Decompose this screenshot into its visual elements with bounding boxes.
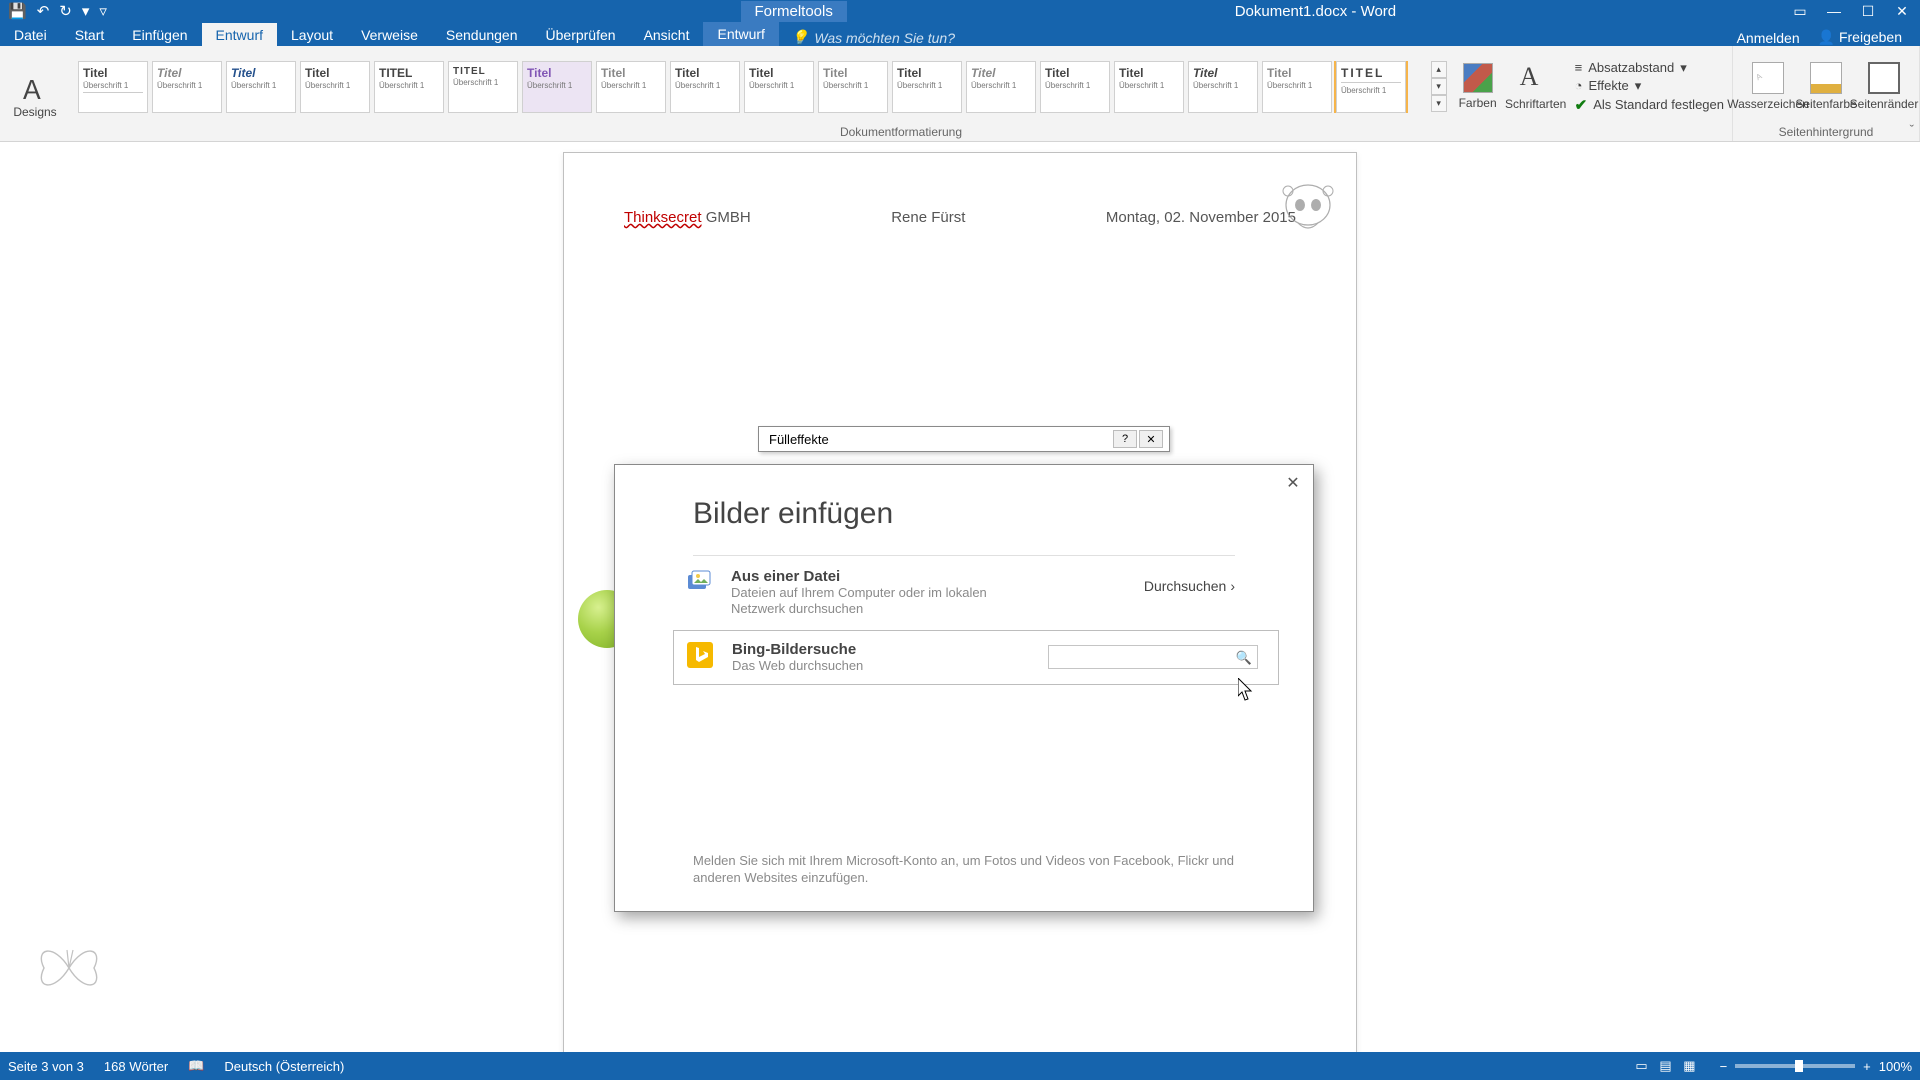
gallery-more-icon[interactable]: ▾ [1431,95,1447,112]
chevron-right-icon: › [1230,578,1235,594]
modal-footer-text: Melden Sie sich mit Ihrem Microsoft-Kont… [693,852,1235,887]
sign-in-link[interactable]: Anmelden [1737,30,1800,46]
dialog-help-icon[interactable]: ? [1113,430,1137,448]
header-author: Rene Fürst [891,209,965,226]
context-tab-label: Formeltools [741,1,847,22]
close-icon[interactable]: ✕ [1886,1,1918,21]
from-file-title: Aus einer Datei [731,568,1126,585]
ribbon-display-icon[interactable]: ▭ [1784,1,1816,21]
option-bing-search[interactable]: Bing-Bildersuche Das Web durchsuchen 🔍 [673,630,1279,685]
page-borders-button[interactable]: Seitenränder [1857,62,1911,111]
tab-ueberpruefen[interactable]: Überprüfen [532,23,630,46]
zoom-out-icon[interactable]: − [1720,1059,1728,1074]
zoom-slider[interactable] [1735,1064,1855,1068]
page-borders-icon [1868,62,1900,94]
group-formatting-label: Dokumentformatierung [840,123,962,139]
lightbulb-icon: 💡 [791,29,808,46]
fuelleffekte-dialog-titlebar: Fülleffekte ? ✕ [758,426,1170,452]
gallery-spinner[interactable]: ▴ ▾ ▾ [1431,61,1447,113]
butterfly-graphic [34,938,104,998]
status-language[interactable]: Deutsch (Österreich) [224,1059,344,1074]
fonts-icon: A [1520,62,1552,94]
tab-layout[interactable]: Layout [277,23,347,46]
collapse-ribbon-icon[interactable]: ˇ [1910,122,1914,137]
group-background-label: Seitenhintergrund [1779,123,1874,139]
qat-more-icon[interactable]: ▾ [82,2,90,20]
gallery-down-icon[interactable]: ▾ [1431,78,1447,95]
dialog-title: Fülleffekte [769,432,829,447]
save-icon[interactable]: 💾 [8,2,27,20]
tab-ansicht[interactable]: Ansicht [630,23,704,46]
watermark-icon: A [1752,62,1784,94]
browse-link[interactable]: Durchsuchen › [1144,578,1235,594]
tab-datei[interactable]: Datei [0,23,61,46]
designs-button[interactable]: Ａ Designs [8,70,62,119]
modal-title: Bilder einfügen [615,465,1313,555]
qat-customize-icon[interactable]: ▿ [99,2,107,20]
view-buttons[interactable]: ▭ ▤ ▦ [1631,1058,1699,1074]
fonts-button[interactable]: A Schriftarten [1509,62,1563,111]
check-icon: ✔ [1575,96,1588,114]
print-layout-icon[interactable]: ▤ [1659,1058,1671,1073]
share-button[interactable]: 👤 Freigeben [1818,29,1902,46]
skull-graphic [1278,181,1338,241]
from-file-desc: Dateien auf Ihrem Computer oder im lokal… [731,585,991,618]
redo-icon[interactable]: ↻ [59,2,72,20]
status-words[interactable]: 168 Wörter [104,1059,168,1074]
web-layout-icon[interactable]: ▦ [1683,1058,1695,1073]
colors-button[interactable]: Farben [1451,63,1505,110]
zoom-level[interactable]: 100% [1879,1059,1912,1074]
colors-icon [1463,63,1493,93]
undo-icon[interactable]: ↶ [37,2,50,20]
watermark-button[interactable]: A Wasserzeichen [1741,62,1795,111]
tab-einfuegen[interactable]: Einfügen [118,23,201,46]
page-color-icon [1810,62,1842,94]
window-title: Dokument1.docx - Word [847,3,1784,20]
tab-entwurf[interactable]: Entwurf [202,23,277,46]
bing-icon [686,641,714,669]
tab-start[interactable]: Start [61,23,119,46]
insert-pictures-dialog: ✕ Bilder einfügen Aus einer Datei Dateie… [614,464,1314,912]
option-from-file[interactable]: Aus einer Datei Dateien auf Ihrem Comput… [615,556,1313,630]
tab-formel-entwurf[interactable]: Entwurf [703,22,778,46]
bing-title: Bing-Bildersuche [732,641,1030,658]
tell-me-placeholder[interactable]: Was möchten Sie tun? [814,30,955,46]
paragraph-spacing-button[interactable]: ≡ Absatzabstand ▾ [1575,60,1724,76]
status-proofing-icon[interactable]: 📖 [188,1058,204,1074]
page-color-button[interactable]: Seitenfarbe [1799,62,1853,111]
read-mode-icon[interactable]: ▭ [1635,1058,1647,1073]
effects-button[interactable]: ◔ Effekte ▾ [1575,78,1724,94]
status-page[interactable]: Seite 3 von 3 [8,1059,84,1074]
tab-verweise[interactable]: Verweise [347,23,432,46]
set-default-button[interactable]: ✔ Als Standard festlegen [1575,96,1724,114]
minimize-icon[interactable]: — [1818,1,1850,21]
maximize-icon[interactable]: ☐ [1852,1,1884,21]
tab-sendungen[interactable]: Sendungen [432,23,532,46]
designs-icon: Ａ [19,70,51,102]
bing-desc: Das Web durchsuchen [732,658,992,674]
search-icon[interactable]: 🔍 [1236,650,1252,666]
style-set-gallery[interactable]: TitelÜberschrift 1 TitelÜberschrift 1 Ti… [78,61,1427,113]
file-browse-icon [685,568,713,596]
dialog-close-icon[interactable]: ✕ [1139,430,1163,448]
bing-search-input[interactable] [1048,645,1258,669]
gallery-up-icon[interactable]: ▴ [1431,61,1447,78]
zoom-in-icon[interactable]: + [1863,1059,1871,1074]
modal-close-icon[interactable]: ✕ [1283,473,1303,493]
header-company: Thinksecret GMBH [624,209,751,226]
header-date: Montag, 02. November 2015 [1106,209,1296,226]
